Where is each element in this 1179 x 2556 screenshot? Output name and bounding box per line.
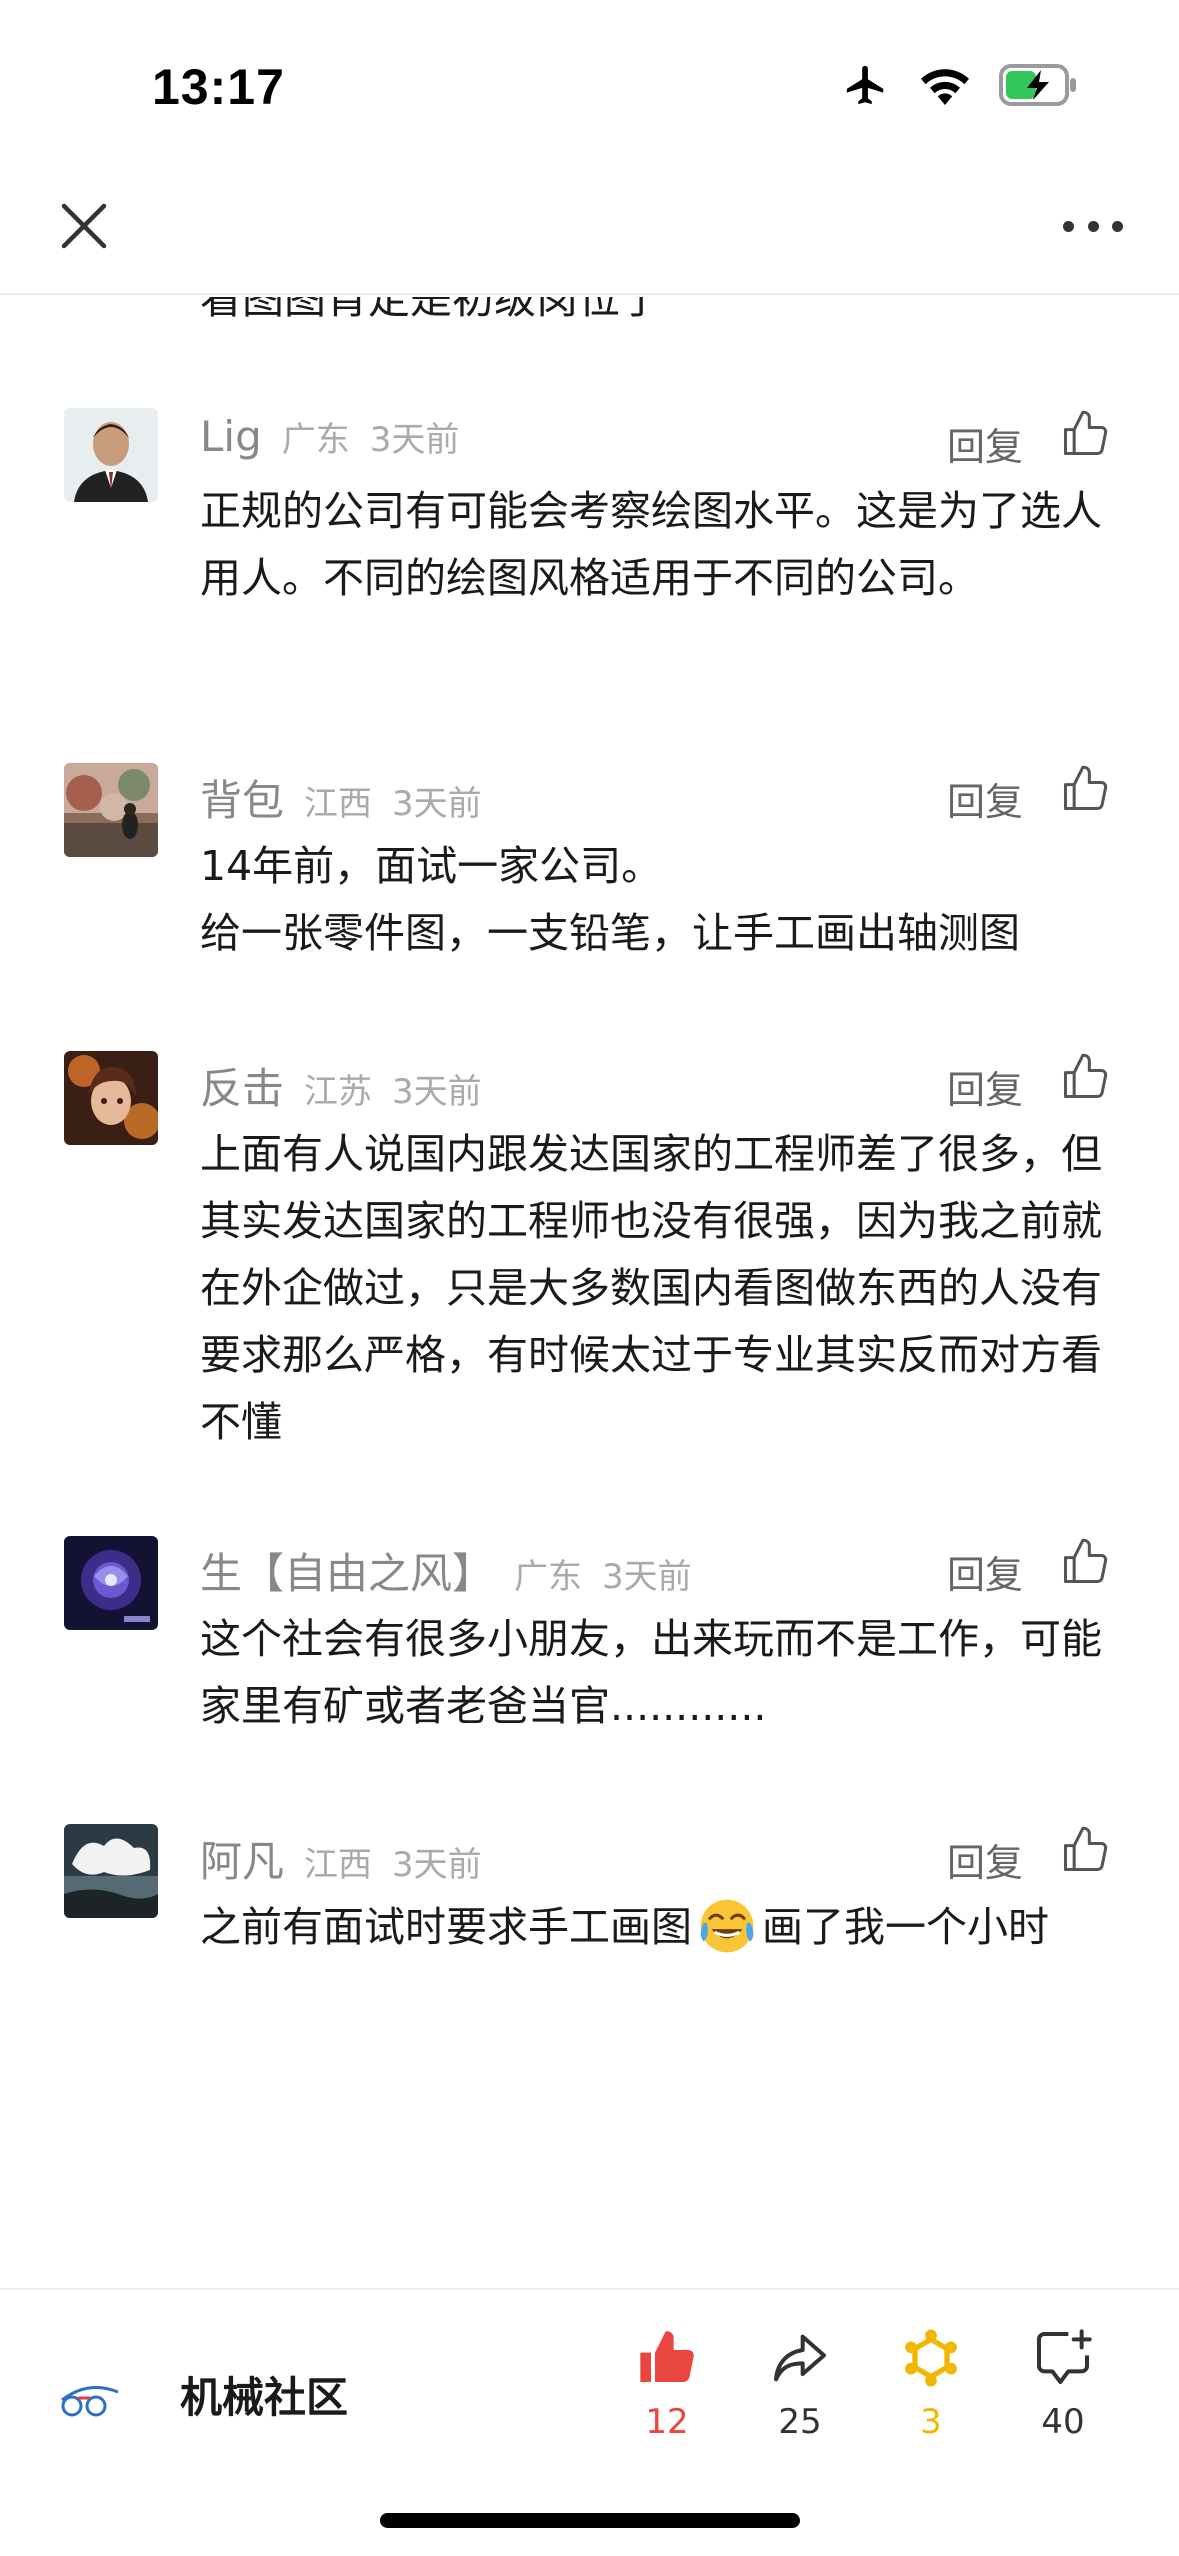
reply-button[interactable]: 回复 (947, 416, 1023, 471)
comment-add-icon (1037, 2329, 1092, 2384)
thumbs-up-filled-icon (640, 2331, 694, 2383)
comment-author[interactable]: 生【自由之风】 (200, 1540, 494, 1601)
close-icon[interactable] (56, 198, 112, 254)
tears-of-joy-emoji-icon (700, 1899, 754, 1953)
comment-author[interactable]: 反击 (200, 1055, 284, 1116)
like-button[interactable]: 12 (612, 2326, 722, 2476)
comment-text: 正规的公司有可能会考察绘图水平。这是为了选人用人。不同的绘图风格适用于不同的公司… (200, 487, 1102, 602)
brand-name[interactable]: 机械社区 (180, 2364, 348, 2425)
brand-logo[interactable] (58, 2370, 158, 2426)
reply-button[interactable]: 回复 (947, 1832, 1023, 1887)
more-options-button[interactable] (1063, 216, 1123, 236)
thumbs-up-icon[interactable] (1059, 408, 1111, 460)
reply-button[interactable]: 回复 (947, 1059, 1023, 1114)
more-dot-icon (1063, 220, 1074, 232)
comment-location: 江西 (304, 1845, 373, 1885)
comment-time: 3天前 (602, 1557, 692, 1597)
reward-count: 3 (920, 2402, 942, 2442)
thumbs-up-icon[interactable] (1059, 1051, 1111, 1103)
comment-author[interactable]: 阿凡 (200, 1828, 284, 1889)
comment-author[interactable]: Lig (200, 412, 262, 461)
comment-text: 14年前，面试一家公司。 给一张零件图，一支铅笔，让手工画出轴测图 (200, 842, 1020, 957)
thumbs-up-icon[interactable] (1059, 1824, 1111, 1876)
comment-text: 之前有面试时要求手工画图 画了我一个小时 (200, 1894, 1120, 1961)
avatar[interactable] (64, 408, 158, 502)
comment-location: 广东 (281, 420, 350, 460)
comment-text-partial: 看图图肯定是初级岗位了 (200, 297, 663, 323)
airplane-icon (846, 65, 884, 105)
status-bar: 13:17 (0, 0, 1179, 150)
comment-text: 上面有人说国内跟发达国家的工程师差了很多，但其实发达国家的工程师也没有很强，因为… (200, 1130, 1102, 1446)
battery-charging-icon (999, 64, 1076, 106)
comment-text-after: 画了我一个小时 (762, 1903, 1049, 1951)
comment-button[interactable]: 40 (1008, 2326, 1118, 2476)
avatar[interactable] (64, 1824, 158, 1918)
more-dot-icon (1087, 220, 1099, 232)
nav-bar (0, 150, 1179, 295)
like-count: 12 (645, 2402, 689, 2442)
comment-text-before: 之前有面试时要求手工画图 (200, 1903, 692, 1951)
thumbs-up-icon[interactable] (1059, 1536, 1111, 1588)
comment-author[interactable]: 背包 (200, 767, 284, 828)
share-count: 25 (778, 2402, 822, 2442)
comment-time: 3天前 (392, 784, 482, 824)
status-icons (841, 62, 1079, 108)
share-button[interactable]: 25 (745, 2326, 855, 2476)
comment-time: 3天前 (369, 420, 460, 460)
comment-text: 这个社会有很多小朋友，出来玩而不是工作，可能家里有矿或者老爸当官........… (200, 1615, 1102, 1730)
share-icon (774, 2334, 826, 2382)
reward-button[interactable]: 3 (876, 2326, 986, 2476)
comment-count: 40 (1041, 2402, 1085, 2442)
comment-location: 江西 (304, 784, 373, 824)
avatar[interactable] (64, 1051, 158, 1145)
comment-location: 江苏 (304, 1072, 373, 1112)
home-indicator[interactable] (380, 2513, 800, 2528)
status-time: 13:17 (152, 59, 285, 115)
avatar[interactable] (64, 763, 158, 857)
thumbs-up-icon[interactable] (1059, 763, 1111, 815)
comment-location: 广东 (514, 1557, 583, 1597)
comments-list: 看图图肯定是初级岗位了 Lig 广东 3天前 回复 正规的公司有可能会考察绘图水… (0, 297, 1179, 2287)
comment-time: 3天前 (392, 1845, 482, 1885)
reply-button[interactable]: 回复 (947, 1544, 1023, 1599)
more-dot-icon (1112, 220, 1123, 232)
comment-time: 3天前 (392, 1072, 482, 1112)
reply-button[interactable]: 回复 (947, 771, 1023, 826)
avatar[interactable] (64, 1536, 158, 1630)
wifi-icon (921, 69, 969, 105)
reward-icon (905, 2329, 957, 2387)
